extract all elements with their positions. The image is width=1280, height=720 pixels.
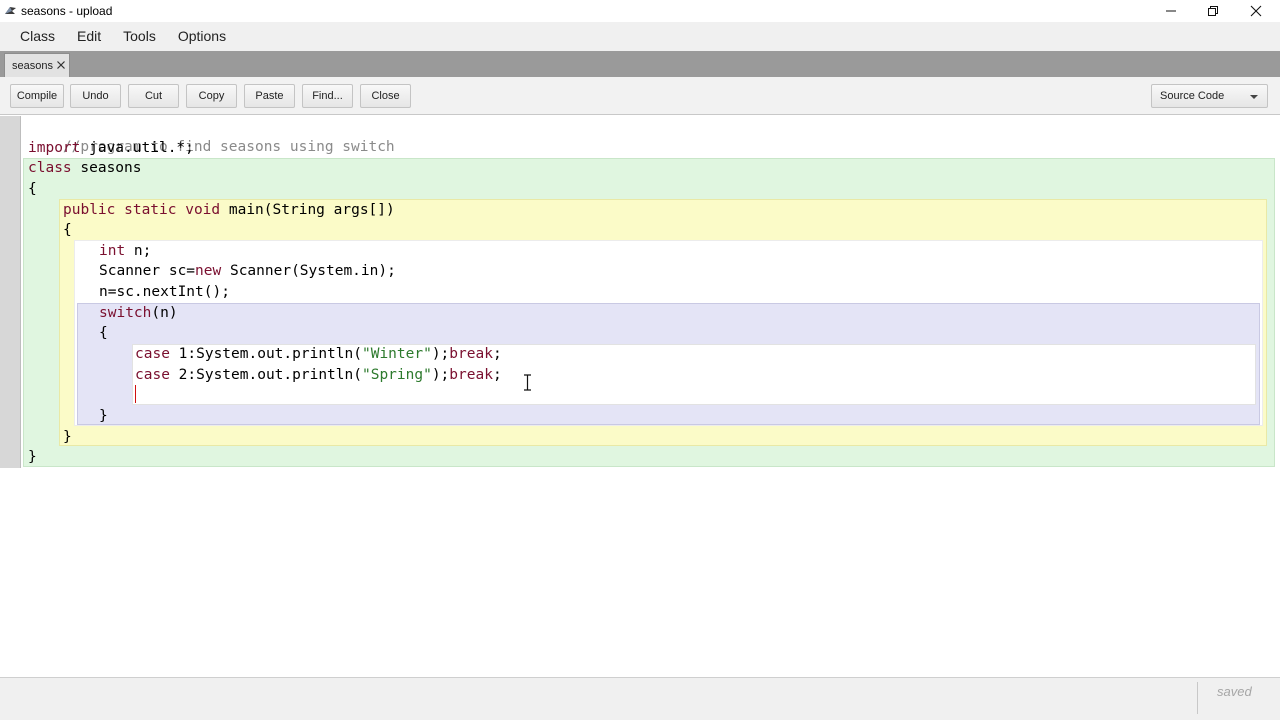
find-button[interactable]: Find... xyxy=(302,84,353,108)
restore-button[interactable] xyxy=(1192,0,1234,22)
tab-label: seasons xyxy=(12,59,53,72)
view-mode-value: Source Code xyxy=(1160,90,1225,102)
code-line-10: switch(n) xyxy=(99,303,178,323)
case-1-close: ); xyxy=(431,346,450,362)
switch-open-brace: { xyxy=(99,325,108,341)
ibeam-cursor-icon xyxy=(524,374,531,391)
keyword-method-modifiers: public static void xyxy=(63,202,221,218)
keyword-class: class xyxy=(28,160,72,176)
keyword-import: import xyxy=(28,140,81,156)
case-1-end: ; xyxy=(492,346,502,362)
int-declaration: n; xyxy=(125,243,152,259)
case-2-close: ); xyxy=(431,367,450,383)
code-line-9: n=sc.nextInt(); xyxy=(99,282,230,302)
menu-class[interactable]: Class xyxy=(9,22,66,51)
code-line-17: } xyxy=(28,447,37,467)
minimize-icon xyxy=(1166,10,1176,12)
code-line-2: import java.util.*; xyxy=(28,138,194,158)
code-line-8: Scanner sc=new Scanner(System.in); xyxy=(99,261,396,281)
tab-close-icon[interactable] xyxy=(56,60,66,70)
code-editor[interactable]: //program to find seasons using switch i… xyxy=(0,116,1280,677)
scanner-decl: Scanner sc= xyxy=(99,263,196,279)
chevron-down-icon xyxy=(1250,95,1258,99)
keyword-case-1: case xyxy=(135,346,170,362)
line-gutter[interactable] xyxy=(0,116,21,468)
title-bar: seasons - upload xyxy=(0,0,1280,22)
minimize-button[interactable] xyxy=(1150,0,1192,22)
compile-button[interactable]: Compile xyxy=(10,84,64,108)
case-2-string: "Spring" xyxy=(361,367,432,383)
code-line-4: { xyxy=(28,179,37,199)
keyword-new: new xyxy=(195,263,222,279)
code-line-1: //program to find seasons using switch xyxy=(28,117,395,155)
case-1-call: 1:System.out.println( xyxy=(169,346,362,362)
copy-button[interactable]: Copy xyxy=(186,84,237,108)
code-line-6: { xyxy=(63,220,72,240)
case-1-string: "Winter" xyxy=(361,346,432,362)
method-close-brace: } xyxy=(63,429,72,445)
case-2-call: 2:System.out.println( xyxy=(169,367,362,383)
editor-toolbar: Compile Undo Cut Copy Paste Find... Clos… xyxy=(0,77,1280,115)
import-statement: java.util.*; xyxy=(80,140,194,156)
save-status: saved xyxy=(1217,684,1252,699)
class-open-brace: { xyxy=(28,181,37,197)
code-line-5: public static void main(String args[]) xyxy=(63,200,395,220)
switch-close-brace: } xyxy=(99,408,108,424)
method-open-brace: { xyxy=(63,222,72,238)
cut-button[interactable]: Cut xyxy=(128,84,179,108)
switch-expression: (n) xyxy=(151,305,178,321)
keyword-case-2: case xyxy=(135,367,170,383)
code-line-7: int n; xyxy=(99,241,151,261)
code-line-15: } xyxy=(99,406,108,426)
paste-button[interactable]: Paste xyxy=(244,84,295,108)
keyword-int: int xyxy=(99,243,126,259)
close-icon xyxy=(1250,5,1262,17)
code-line-12: case 1:System.out.println("Winter");brea… xyxy=(135,344,502,364)
view-mode-select[interactable]: Source Code xyxy=(1151,84,1268,108)
keyword-break-2: break xyxy=(449,367,493,383)
window-title: seasons - upload xyxy=(21,4,113,18)
tab-seasons[interactable]: seasons xyxy=(4,53,70,77)
assign-statement: n=sc.nextInt(); xyxy=(99,284,230,300)
menu-bar: Class Edit Tools Options xyxy=(0,22,1280,51)
bluej-app-icon xyxy=(5,7,16,14)
status-divider xyxy=(1197,682,1198,714)
class-name: seasons xyxy=(71,160,142,176)
text-caret xyxy=(135,385,136,403)
menu-tools[interactable]: Tools xyxy=(112,22,167,51)
code-line-3: class seasons xyxy=(28,158,142,178)
close-button[interactable]: Close xyxy=(360,84,411,108)
menu-edit[interactable]: Edit xyxy=(66,22,112,51)
class-close-brace: } xyxy=(28,449,37,465)
menu-options[interactable]: Options xyxy=(167,22,237,51)
undo-button[interactable]: Undo xyxy=(70,84,121,108)
code-line-11: { xyxy=(99,323,108,343)
code-line-13: case 2:System.out.println("Spring");brea… xyxy=(135,365,502,385)
code-line-16: } xyxy=(63,427,72,447)
method-signature: main(String args[]) xyxy=(220,202,395,218)
scanner-ctor: Scanner(System.in); xyxy=(221,263,396,279)
close-window-button[interactable] xyxy=(1235,0,1277,22)
case-2-end: ; xyxy=(492,367,502,383)
restore-icon xyxy=(1208,6,1218,16)
status-bar: saved xyxy=(0,677,1280,720)
tab-bar: seasons xyxy=(0,51,1280,77)
keyword-switch: switch xyxy=(99,305,152,321)
keyword-break-1: break xyxy=(449,346,493,362)
